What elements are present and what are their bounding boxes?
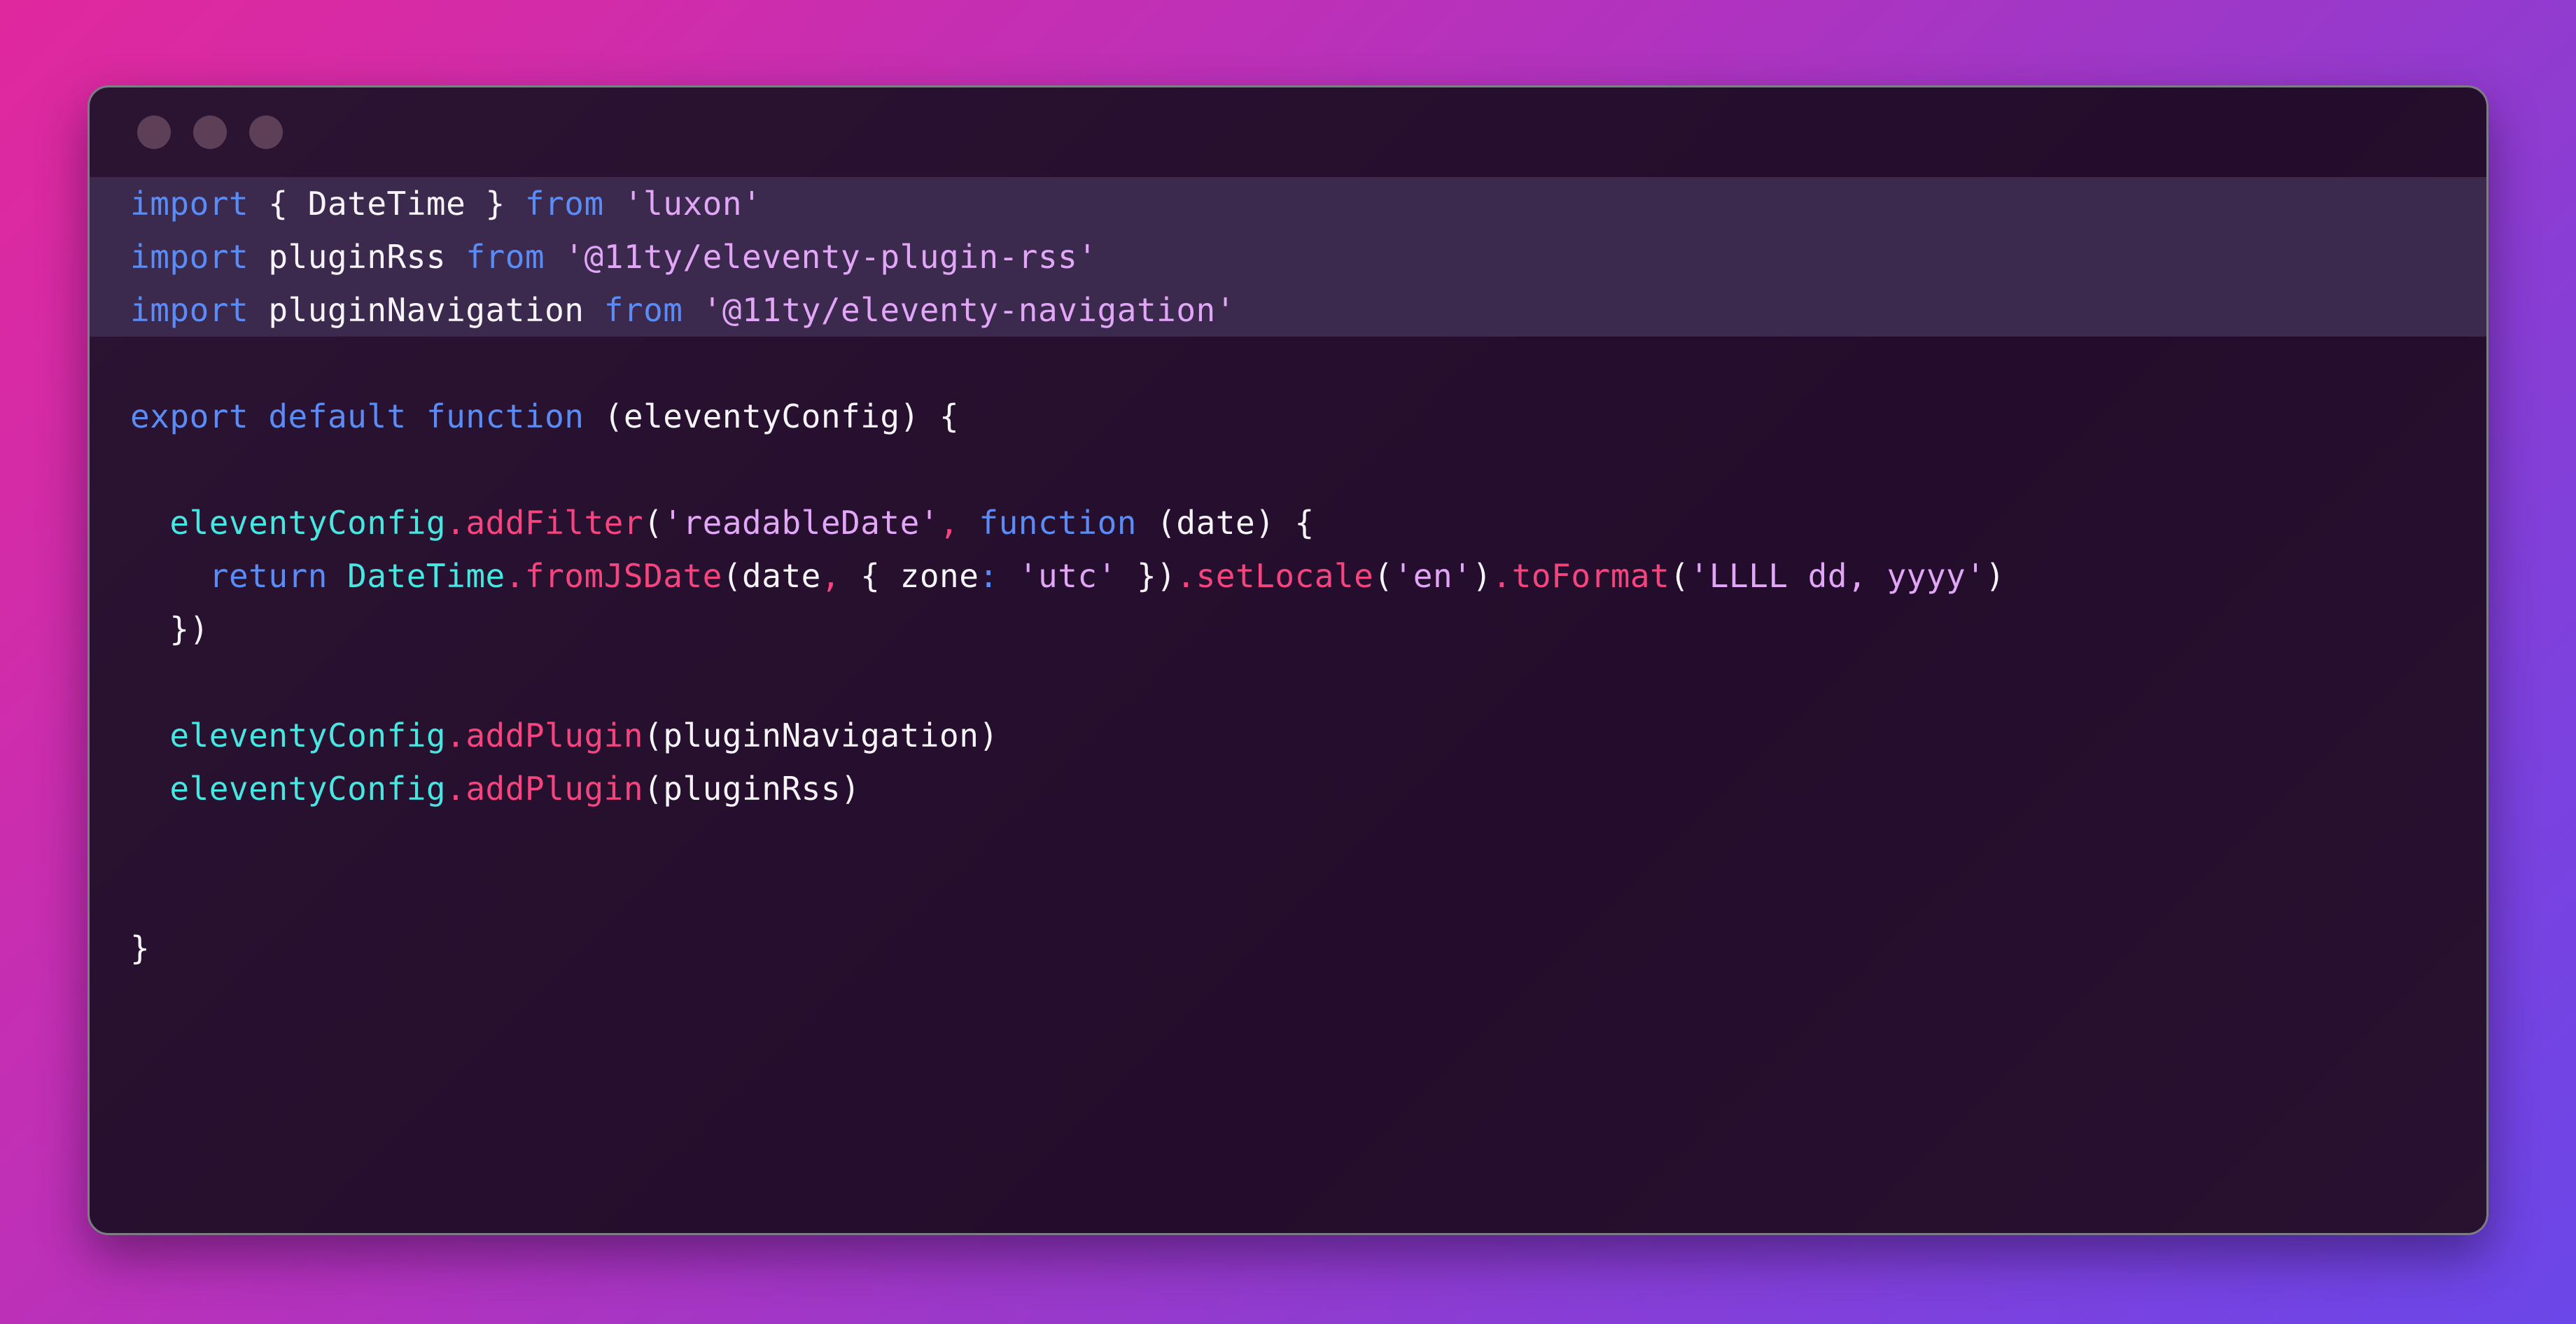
- code-token-kw: function: [979, 504, 1137, 542]
- code-token-plain: (eleventyConfig) {: [584, 397, 960, 435]
- code-token-kw: return: [209, 557, 328, 595]
- code-token-plain: ): [1985, 557, 2005, 595]
- code-line: eleventyConfig.addFilter('readableDate',…: [90, 496, 2486, 549]
- code-token-kw: from: [603, 291, 683, 329]
- code-line: }): [90, 603, 2486, 656]
- code-token-kw: from: [465, 238, 545, 276]
- code-block: import { DateTime } from 'luxon' import p…: [90, 177, 2486, 1003]
- code-token-colon: :: [979, 557, 999, 595]
- code-token-str: 'utc': [1018, 557, 1117, 595]
- code-token-str: '@11ty/eleventy-plugin-rss': [564, 238, 1098, 276]
- code-line: export default function (eleventyConfig)…: [90, 390, 2486, 443]
- close-dot[interactable]: [137, 115, 171, 149]
- code-token-plain: }): [130, 610, 209, 648]
- code-token-fn: .addPlugin: [446, 770, 644, 808]
- code-token-plain: pluginNavigation: [268, 291, 584, 329]
- code-token-obj: eleventyConfig: [169, 770, 447, 808]
- code-token-kw: import: [130, 185, 249, 223]
- code-token-plain: (date) {: [1136, 504, 1315, 542]
- code-token-fn: .addFilter: [446, 504, 644, 542]
- code-line: eleventyConfig.addPlugin(pluginNavigatio…: [90, 709, 2486, 762]
- code-token-plain: }: [130, 929, 150, 967]
- code-snippet-window: import { DateTime } from 'luxon' import p…: [88, 85, 2488, 1235]
- code-line: import pluginRss from '@11ty/eleventy-pl…: [90, 230, 2486, 283]
- code-token-fn: .setLocale: [1176, 557, 1374, 595]
- code-token-fn: .addPlugin: [446, 717, 644, 754]
- code-line: import { DateTime } from 'luxon': [90, 177, 2486, 230]
- code-token-plain: { DateTime }: [268, 185, 505, 223]
- code-token-plain: (: [1670, 557, 1690, 595]
- code-token-str: 'readableDate': [663, 504, 940, 542]
- code-token-plain: ): [1472, 557, 1492, 595]
- code-token-punct: ,: [939, 504, 960, 542]
- code-token-punct: ,: [820, 557, 841, 595]
- code-token-str: 'LLLL dd, yyyy': [1689, 557, 1986, 595]
- code-line: import pluginNavigation from '@11ty/elev…: [90, 283, 2486, 337]
- code-token-plain: (: [1373, 557, 1394, 595]
- code-line: }: [90, 922, 2486, 975]
- code-token-kw: import: [130, 291, 249, 329]
- maximize-dot[interactable]: [249, 115, 283, 149]
- code-line: return DateTime.fromJSDate(date, { zone:…: [90, 549, 2486, 603]
- code-token-plain: }): [1116, 557, 1177, 595]
- code-token-kw: import: [130, 238, 249, 276]
- code-line: eleventyConfig.addPlugin(pluginRss): [90, 762, 2486, 815]
- code-token-kw: export default function: [130, 397, 584, 435]
- code-token-obj: eleventyConfig: [169, 504, 447, 542]
- code-token-obj: DateTime: [347, 557, 505, 595]
- code-token-obj: eleventyConfig: [169, 717, 447, 754]
- code-token-plain: (date: [722, 557, 821, 595]
- code-token-str: '@11ty/eleventy-navigation': [702, 291, 1236, 329]
- code-token-fn: .fromJSDate: [505, 557, 722, 595]
- code-token-str: 'en': [1393, 557, 1473, 595]
- code-token-plain: pluginRss: [268, 238, 447, 276]
- code-token-plain: { zone: [841, 557, 979, 595]
- code-token-kw: from: [524, 185, 604, 223]
- code-token-fn: .toFormat: [1492, 557, 1670, 595]
- code-token-plain: (pluginRss): [643, 770, 861, 808]
- code-token-plain: (: [643, 504, 664, 542]
- code-token-plain: (pluginNavigation): [643, 717, 999, 754]
- code-token-str: 'luxon': [623, 185, 762, 223]
- window-titlebar: [90, 87, 2486, 177]
- minimize-dot[interactable]: [193, 115, 227, 149]
